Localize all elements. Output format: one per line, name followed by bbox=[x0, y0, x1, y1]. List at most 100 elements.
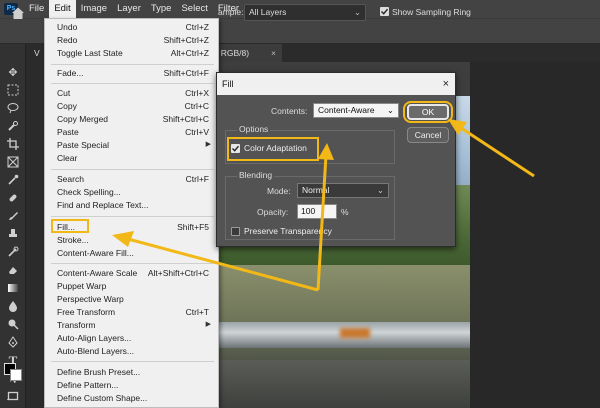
shortcut-copy-merged: Shift+Ctrl+C bbox=[162, 114, 209, 124]
marquee-tool-icon[interactable] bbox=[6, 84, 20, 98]
menu-item-auto-align-label: Auto-Align Layers... bbox=[57, 333, 132, 343]
gradient-icon[interactable] bbox=[6, 282, 20, 296]
menu-item-content-aware-scale-label: Content-Aware Scale bbox=[57, 268, 138, 278]
menu-item-free-transform[interactable]: Free Transform Ctrl+T bbox=[57, 306, 217, 318]
menu-item-copy[interactable]: Copy Ctrl+C bbox=[57, 100, 217, 112]
close-icon[interactable]: × bbox=[443, 73, 449, 95]
eyedropper-icon[interactable] bbox=[6, 174, 20, 188]
menu-item-cut[interactable]: Cut Ctrl+X bbox=[57, 87, 217, 99]
menu-file[interactable]: File bbox=[24, 0, 49, 18]
menu-select[interactable]: Select bbox=[176, 0, 212, 18]
shortcut-search: Ctrl+F bbox=[185, 174, 209, 184]
quick-selection-icon[interactable] bbox=[6, 120, 20, 134]
shortcut-cut: Ctrl+X bbox=[185, 88, 209, 98]
menu-item-toggle-label: Toggle Last State bbox=[57, 48, 123, 58]
menu-item-free-transform-label: Free Transform bbox=[57, 307, 116, 317]
menu-item-paste-special-label: Paste Special bbox=[57, 140, 109, 150]
menu-item-define-pattern[interactable]: Define Pattern... bbox=[57, 379, 217, 391]
sample-select[interactable]: All Layers ⌄ bbox=[244, 4, 366, 21]
menu-item-stroke-label: Stroke... bbox=[57, 235, 89, 245]
menu-item-auto-blend[interactable]: Auto-Blend Layers... bbox=[57, 345, 217, 357]
chevron-down-icon: ⌄ bbox=[386, 105, 394, 115]
menu-item-auto-align[interactable]: Auto-Align Layers... bbox=[57, 332, 217, 344]
shortcut-paste: Ctrl+V bbox=[185, 127, 209, 137]
submenu-arrow-icon: ▶ bbox=[205, 141, 211, 148]
menu-item-copy-merged[interactable]: Copy Merged Shift+Ctrl+C bbox=[57, 113, 217, 125]
menu-item-transform[interactable]: Transform ▶ bbox=[57, 319, 217, 331]
healing-brush-icon[interactable] bbox=[6, 192, 20, 206]
menu-item-fade[interactable]: Fade... Shift+Ctrl+F bbox=[57, 67, 217, 79]
document-tab[interactable]: , RGB/8) × bbox=[212, 44, 282, 62]
color-adaptation-label[interactable]: Color Adaptation bbox=[244, 143, 307, 153]
more-tools-icon[interactable]: ··· bbox=[6, 394, 15, 404]
tools-panel: ✥ T bbox=[0, 44, 26, 408]
move-tool-icon[interactable]: ✥ bbox=[6, 66, 20, 80]
menu-item-define-brush[interactable]: Define Brush Preset... bbox=[57, 366, 217, 378]
menu-item-fade-label: Fade... bbox=[57, 68, 84, 78]
opacity-label: Opacity: bbox=[257, 207, 289, 217]
menu-item-content-aware-scale[interactable]: Content-Aware Scale Alt+Shift+Ctrl+C bbox=[57, 267, 217, 279]
shortcut-toggle: Alt+Ctrl+Z bbox=[170, 48, 209, 58]
menu-item-paste-label: Paste bbox=[57, 127, 79, 137]
menu-separator bbox=[51, 361, 214, 362]
menu-item-puppet-warp[interactable]: Puppet Warp bbox=[57, 280, 217, 292]
menu-item-toggle-last-state[interactable]: Toggle Last State Alt+Ctrl+Z bbox=[57, 47, 217, 59]
mode-select[interactable]: Normal ⌄ bbox=[297, 183, 389, 198]
cancel-button[interactable]: Cancel bbox=[407, 127, 449, 143]
clone-stamp-icon[interactable] bbox=[6, 228, 20, 242]
preserve-transparency-checkbox[interactable] bbox=[231, 227, 240, 236]
close-icon[interactable]: × bbox=[271, 44, 276, 62]
menu-type[interactable]: Type bbox=[146, 0, 177, 18]
brush-tool-icon[interactable] bbox=[6, 210, 20, 224]
contents-select[interactable]: Content-Aware ⌄ bbox=[313, 103, 399, 118]
background-color-swatch[interactable] bbox=[10, 369, 22, 381]
menu-item-search[interactable]: Search Ctrl+F bbox=[57, 173, 217, 185]
menu-image[interactable]: Image bbox=[76, 0, 112, 18]
opacity-input[interactable]: 100 bbox=[297, 204, 337, 219]
crop-tool-icon[interactable] bbox=[6, 138, 20, 152]
home-icon[interactable] bbox=[10, 5, 26, 21]
submenu-arrow-icon: ▶ bbox=[205, 321, 211, 328]
options-label: Options bbox=[237, 124, 271, 134]
menu-separator bbox=[51, 216, 214, 217]
menu-item-undo[interactable]: Undo Ctrl+Z bbox=[57, 21, 217, 33]
history-brush-icon[interactable] bbox=[6, 246, 20, 260]
dialog-titlebar[interactable]: Fill × bbox=[217, 73, 455, 95]
menu-item-auto-blend-label: Auto-Blend Layers... bbox=[57, 346, 135, 356]
menu-item-undo-label: Undo bbox=[57, 22, 78, 32]
preserve-transparency-label[interactable]: Preserve Transparency bbox=[244, 226, 332, 236]
chevron-down-icon: ⌄ bbox=[353, 7, 361, 17]
menu-item-clear-label: Clear bbox=[57, 153, 78, 163]
chevron-down-icon: ⌄ bbox=[376, 185, 384, 195]
menu-item-check-spelling[interactable]: Check Spelling... bbox=[57, 186, 217, 198]
menu-item-paste-special[interactable]: Paste Special ▶ bbox=[57, 139, 217, 151]
menu-item-perspective-warp[interactable]: Perspective Warp bbox=[57, 293, 217, 305]
menu-item-stroke[interactable]: Stroke... bbox=[57, 234, 217, 246]
contents-label: Contents: bbox=[271, 106, 308, 116]
dodge-tool-icon[interactable] bbox=[6, 318, 20, 332]
ok-button[interactable]: OK bbox=[407, 104, 449, 120]
sampling-ring-checkbox[interactable] bbox=[380, 7, 389, 16]
menu-item-paste[interactable]: Paste Ctrl+V bbox=[57, 126, 217, 138]
lasso-tool-icon[interactable] bbox=[6, 102, 20, 116]
eraser-icon[interactable] bbox=[6, 264, 20, 278]
fill-dialog: Fill × Contents: Content-Aware ⌄ Options… bbox=[216, 72, 456, 247]
menu-item-clear[interactable]: Clear bbox=[57, 152, 217, 164]
menu-item-define-shape[interactable]: Define Custom Shape... bbox=[57, 392, 217, 404]
menu-item-find-replace[interactable]: Find and Replace Text... bbox=[57, 199, 217, 211]
menu-item-content-aware-fill[interactable]: Content-Aware Fill... bbox=[57, 247, 217, 259]
menu-separator bbox=[51, 64, 214, 65]
fill-highlight-box bbox=[51, 219, 89, 233]
pen-tool-icon[interactable] bbox=[6, 336, 20, 350]
menu-item-content-aware-fill-label: Content-Aware Fill... bbox=[57, 248, 134, 258]
menu-layer[interactable]: Layer bbox=[112, 0, 146, 18]
document-tab-label: , RGB/8) bbox=[216, 48, 250, 58]
blur-tool-icon[interactable] bbox=[6, 300, 20, 314]
menu-item-redo[interactable]: Redo Shift+Ctrl+Z bbox=[57, 34, 217, 46]
color-adaptation-checkbox[interactable] bbox=[231, 144, 240, 153]
tab-fragment[interactable]: V bbox=[34, 44, 40, 62]
menu-item-check-spelling-label: Check Spelling... bbox=[57, 187, 121, 197]
menu-edit[interactable]: Edit bbox=[49, 0, 76, 18]
shortcut-fill: Shift+F5 bbox=[177, 222, 209, 232]
frame-tool-icon[interactable] bbox=[6, 156, 20, 170]
